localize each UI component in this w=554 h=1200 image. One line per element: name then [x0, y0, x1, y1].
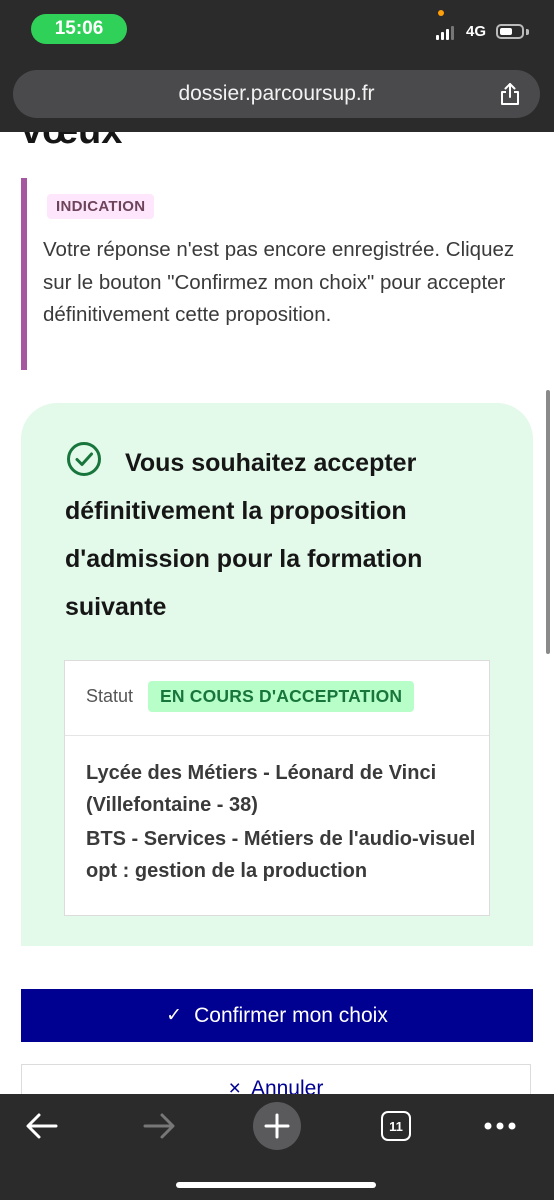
acceptance-card: Vous souhaitez accepter définitivement l…: [21, 403, 533, 946]
indication-callout: INDICATION Votre réponse n'est pas encor…: [21, 178, 527, 370]
tabs-button[interactable]: 11: [374, 1104, 418, 1148]
cancel-button[interactable]: × Annuler: [21, 1064, 531, 1094]
home-indicator[interactable]: [176, 1182, 376, 1188]
statut-row: Statut EN COURS D'ACCEPTATION: [65, 661, 489, 736]
card-title: Vous souhaitez accepter définitivement l…: [65, 439, 485, 631]
status-time: 15:06: [31, 14, 127, 44]
program-name: BTS - Services - Métiers de l'audio-visu…: [86, 828, 476, 882]
privacy-indicator-dot: [438, 10, 444, 16]
scrollbar[interactable]: [546, 390, 550, 654]
share-icon[interactable]: [497, 81, 523, 107]
forward-button[interactable]: [137, 1104, 181, 1148]
indication-badge: INDICATION: [47, 194, 155, 219]
forward-arrow-icon: [143, 1113, 175, 1139]
more-button[interactable]: [478, 1104, 522, 1148]
plus-icon: [264, 1113, 290, 1139]
new-tab-button[interactable]: [253, 1102, 301, 1150]
checkmark-icon: ✓: [166, 1005, 183, 1026]
page-content: vœux INDICATION Votre réponse n'est pas …: [0, 132, 554, 1094]
battery-tip: [526, 29, 529, 35]
address-bar[interactable]: dossier.parcoursup.fr: [13, 70, 540, 118]
url-text[interactable]: dossier.parcoursup.fr: [13, 70, 540, 118]
formation-box: Statut EN COURS D'ACCEPTATION Lycée des …: [64, 660, 490, 916]
more-icon: [484, 1122, 516, 1130]
phone-screen: 15:06 4G dossier.parcoursup.fr vœux INDI…: [0, 0, 554, 1200]
browser-toolbar: 11: [0, 1094, 554, 1200]
close-icon: ×: [228, 1077, 241, 1094]
page-heading: vœux: [21, 132, 122, 153]
indication-text: Votre réponse n'est pas encore enregistr…: [43, 238, 515, 326]
status-badge: EN COURS D'ACCEPTATION: [148, 681, 415, 712]
browser-chrome-top: 15:06 4G dossier.parcoursup.fr: [0, 0, 554, 132]
signal-icon: [436, 26, 454, 40]
statut-label: Statut: [86, 686, 134, 706]
tabs-icon: 11: [381, 1111, 411, 1141]
network-type: 4G: [466, 23, 487, 40]
back-arrow-icon: [26, 1113, 58, 1139]
school-name: Lycée des Métiers - Léonard de Vinci (Vi…: [86, 762, 437, 816]
back-button[interactable]: [20, 1104, 64, 1148]
card-title-text: Vous souhaitez accepter définitivement l…: [65, 449, 423, 621]
battery-icon: [496, 24, 524, 39]
cancel-label: Annuler: [250, 1077, 324, 1094]
confirm-button[interactable]: ✓ Confirmer mon choix: [21, 989, 533, 1042]
confirm-label: Confirmer mon choix: [194, 1003, 388, 1027]
